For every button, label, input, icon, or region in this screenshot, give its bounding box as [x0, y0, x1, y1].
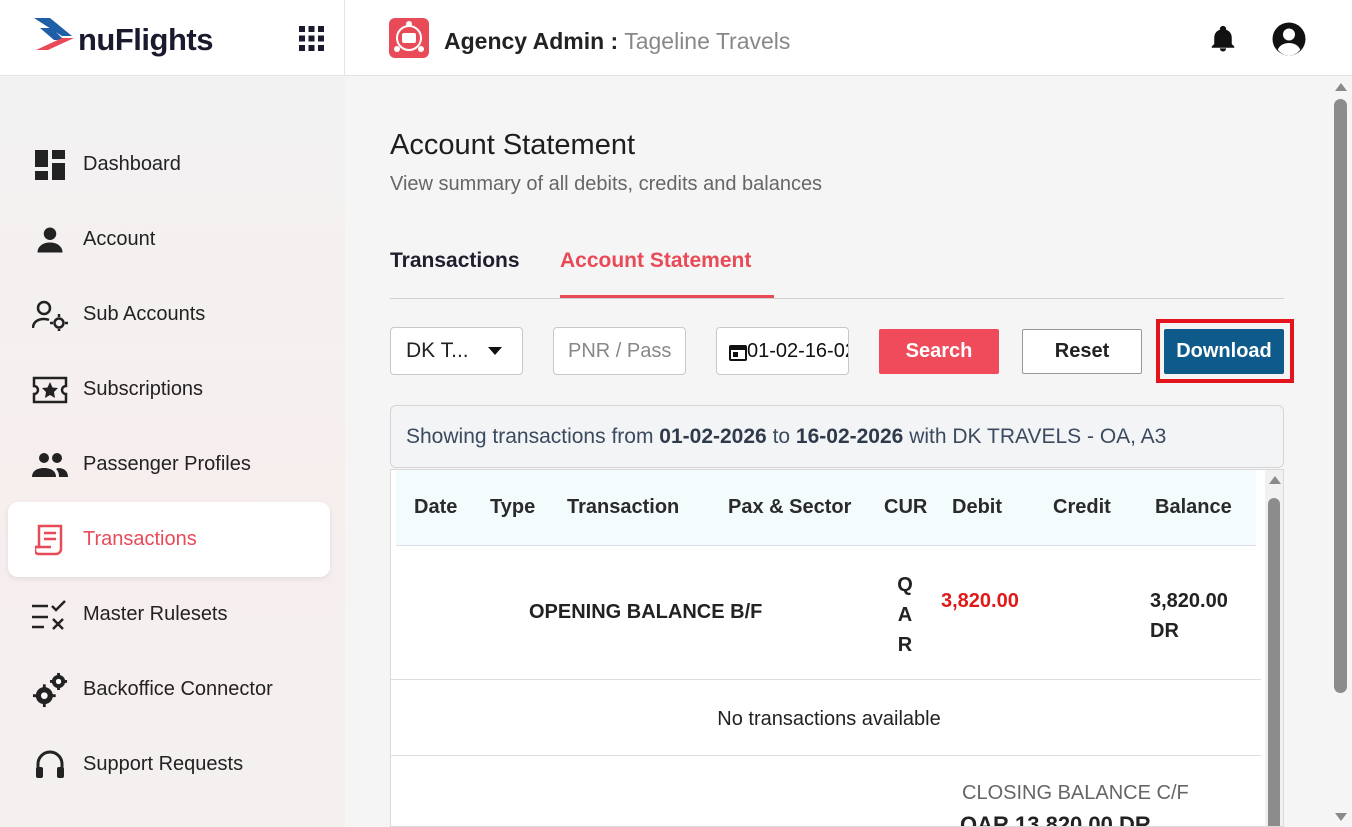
column-header-transaction: Transaction — [567, 496, 680, 518]
closing-balance-label: CLOSING BALANCE C/F — [962, 782, 1189, 804]
top-bar: nuFlights Agency Admin : Tageline Travel… — [0, 0, 1352, 76]
empty-message: No transactions available — [717, 708, 941, 730]
opening-balance-currency: QAR — [897, 574, 913, 656]
notification-bell-icon[interactable] — [1208, 24, 1238, 54]
summary-with-word: with — [909, 425, 947, 448]
gears-icon — [32, 672, 68, 708]
tab-bar: Transactions Account Statement — [390, 237, 1284, 299]
nuflights-logo[interactable]: nuFlights — [34, 14, 224, 62]
headset-icon — [32, 747, 68, 783]
column-header-date: Date — [414, 496, 458, 518]
nuflights-logo-mark-icon — [34, 18, 74, 50]
agency-brand-icon — [389, 18, 429, 58]
sidebar-item-label: Dashboard — [83, 153, 181, 175]
opening-balance-label: OPENING BALANCE B/F — [529, 601, 763, 623]
sidebar-item-label: Master Rulesets — [83, 603, 228, 625]
column-header-credit: Credit — [1053, 496, 1111, 518]
sidebar-item-backoffice-connector[interactable]: Backoffice Connector — [8, 652, 330, 727]
page-scroll-thumb[interactable] — [1334, 99, 1347, 693]
sidebar-item-sub-accounts[interactable]: Sub Accounts — [8, 277, 330, 352]
tab-transactions[interactable]: Transactions — [390, 249, 520, 273]
summary-prefix: Showing transactions from — [406, 425, 654, 448]
sidebar-item-label: Support Requests — [83, 753, 244, 775]
date-range-value: 01-02-16-02 — [747, 340, 849, 362]
column-header-balance: Balance — [1155, 496, 1232, 518]
ticket-star-icon — [32, 372, 68, 408]
sidebar-item-account[interactable]: Account — [8, 202, 330, 277]
sidebar-item-label: Passenger Profiles — [83, 453, 251, 475]
summary-banner: Showing transactions from 01-02-2026 to … — [390, 405, 1284, 468]
closing-balance-value: QAR 13,820.00 DR — [960, 812, 1151, 827]
user-settings-icon — [32, 297, 68, 333]
receipt-icon — [32, 522, 68, 558]
sidebar-item-label: Sub Accounts — [83, 303, 206, 325]
user-account-icon[interactable] — [1271, 21, 1307, 57]
sidebar-item-label: Subscriptions — [83, 378, 204, 400]
logo-text: nuFlights — [78, 22, 213, 57]
summary-to-date: 16-02-2026 — [795, 425, 904, 448]
calendar-icon[interactable] — [729, 343, 747, 361]
header-title: Agency Admin : Tageline Travels — [444, 28, 790, 55]
table-scroll-thumb[interactable] — [1268, 498, 1280, 826]
pnr-passenger-input[interactable] — [553, 327, 686, 375]
logo-area: nuFlights — [0, 0, 345, 76]
opening-balance-balance: 3,820.00 DR — [1150, 590, 1228, 642]
table-row: No transactions available — [391, 680, 1261, 756]
header-title-label: Agency Admin : — [444, 28, 619, 54]
date-range-input[interactable]: 01-02-16-02 — [716, 327, 849, 375]
table-row: OPENING BALANCE B/F QAR 3,820.00 3,820.0… — [391, 546, 1261, 680]
search-button[interactable]: Search — [879, 329, 999, 374]
chevron-down-icon — [488, 347, 502, 355]
group-icon — [32, 447, 68, 483]
table-scrollbar[interactable] — [1265, 470, 1283, 826]
active-tab-indicator — [560, 295, 774, 298]
statement-table: Date Type Transaction Pax & Sector CUR D… — [390, 469, 1284, 827]
sidebar-item-label: Backoffice Connector — [83, 678, 273, 700]
column-header-debit: Debit — [952, 496, 1002, 518]
checklist-icon — [32, 597, 68, 633]
sidebar-item-master-rulesets[interactable]: Master Rulesets — [8, 577, 330, 652]
reset-button[interactable]: Reset — [1022, 329, 1142, 374]
sidebar-item-support-requests[interactable]: Support Requests — [8, 727, 330, 802]
download-highlight-box — [1156, 319, 1294, 383]
scroll-up-arrow-icon[interactable] — [1335, 83, 1347, 91]
summary-agency: DK TRAVELS - OA, A3 — [952, 425, 1167, 448]
sidebar-item-label: Transactions — [83, 528, 197, 550]
column-header-pax-sector: Pax & Sector — [728, 496, 852, 518]
sidebar-item-label: Account — [83, 228, 156, 250]
agency-select[interactable]: DK T... — [390, 327, 523, 375]
tab-account-statement[interactable]: Account Statement — [560, 249, 751, 273]
page-subtitle: View summary of all debits, credits and … — [390, 173, 823, 195]
summary-from-date: 01-02-2026 — [659, 425, 767, 448]
sidebar-item-subscriptions[interactable]: Subscriptions — [8, 352, 330, 427]
summary-to-word: to — [772, 425, 791, 448]
page-scrollbar[interactable] — [1330, 77, 1352, 827]
agency-select-value: DK T... — [406, 339, 469, 362]
column-header-currency: CUR — [884, 496, 928, 518]
person-icon — [32, 222, 68, 258]
sidebar-item-passenger-profiles[interactable]: Passenger Profiles — [8, 427, 330, 502]
column-header-type: Type — [490, 496, 536, 518]
dashboard-icon — [32, 147, 68, 183]
opening-balance-debit: 3,820.00 — [941, 590, 1019, 612]
scroll-up-arrow-icon[interactable] — [1269, 476, 1281, 484]
scroll-down-arrow-icon[interactable] — [1335, 813, 1347, 821]
table-header: Date Type Transaction Pax & Sector CUR D… — [396, 470, 1256, 546]
page-title: Account Statement — [390, 129, 636, 161]
sidebar-item-transactions[interactable]: Transactions — [8, 502, 330, 577]
sidebar: Dashboard Account Sub Accounts Subscript… — [0, 77, 345, 827]
sidebar-item-dashboard[interactable]: Dashboard — [8, 127, 330, 202]
apps-grid-icon[interactable] — [299, 26, 324, 51]
main-content: Account Statement View summary of all de… — [345, 77, 1330, 827]
agency-name: Tageline Travels — [624, 28, 791, 54]
